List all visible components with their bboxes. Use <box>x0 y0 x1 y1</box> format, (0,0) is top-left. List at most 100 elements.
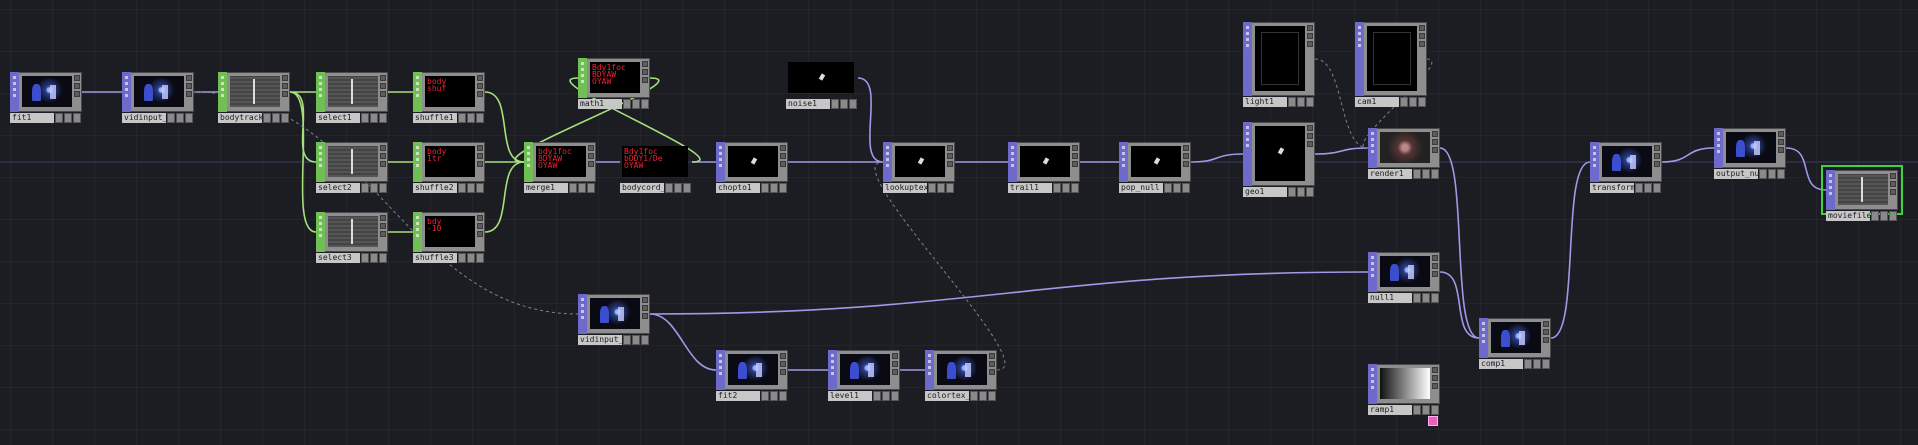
node-render1[interactable]: render1 <box>1368 128 1440 180</box>
node-flags[interactable] <box>1432 131 1438 165</box>
node-chopto1[interactable]: chopto1 <box>716 142 788 194</box>
node-flags[interactable] <box>74 75 80 109</box>
node-button[interactable] <box>73 113 81 123</box>
top-wire[interactable] <box>649 271 1369 315</box>
node-button[interactable] <box>1306 187 1314 197</box>
node-viewer[interactable] <box>728 354 778 385</box>
node-name[interactable]: render1 <box>1368 169 1412 179</box>
node-viewer[interactable] <box>1491 322 1541 353</box>
node-button[interactable] <box>361 253 369 263</box>
node-flags[interactable] <box>1778 131 1784 165</box>
node-name[interactable]: merge1 <box>524 183 568 193</box>
node-name[interactable]: noise1 <box>786 99 830 109</box>
node-button[interactable] <box>632 99 640 109</box>
node-button[interactable] <box>1413 293 1421 303</box>
node-button[interactable] <box>1644 183 1652 193</box>
node-button[interactable] <box>779 391 787 401</box>
node-button[interactable] <box>263 113 271 123</box>
node-name[interactable]: output_null <box>1714 169 1758 179</box>
node-ramp1[interactable]: ramp1 <box>1368 364 1440 416</box>
node-viewer[interactable] <box>328 76 378 107</box>
node-select1[interactable]: select1 <box>316 72 388 124</box>
node-name[interactable]: comp1 <box>1479 359 1523 369</box>
node-button[interactable] <box>1524 359 1532 369</box>
node-button[interactable] <box>458 113 466 123</box>
node-button[interactable] <box>476 183 484 193</box>
node-button[interactable] <box>683 183 691 193</box>
node-flags[interactable] <box>642 297 648 331</box>
node-button[interactable] <box>770 391 778 401</box>
node-button[interactable] <box>176 113 184 123</box>
node-button[interactable] <box>185 113 193 123</box>
node-button[interactable] <box>1889 211 1897 221</box>
node-name[interactable]: ramp1 <box>1368 405 1412 415</box>
node-button[interactable] <box>831 99 839 109</box>
node-flags[interactable] <box>1307 25 1313 93</box>
node-name[interactable]: bodytrack1 <box>218 113 262 123</box>
node-button[interactable] <box>569 183 577 193</box>
node-name[interactable]: pop_null <box>1119 183 1163 193</box>
node-button[interactable] <box>467 253 475 263</box>
node-flags[interactable] <box>947 145 953 179</box>
top-wire[interactable] <box>1785 147 1827 191</box>
node-output_null[interactable]: output_null <box>1714 128 1786 180</box>
node-comp1[interactable]: comp1 <box>1479 318 1551 370</box>
node-name[interactable]: chopto1 <box>716 183 760 193</box>
node-name[interactable]: colortex_null <box>925 391 969 401</box>
network-editor[interactable]: fit1 vidinput_null bodytrack1 <box>0 0 1918 445</box>
node-flags[interactable] <box>1072 145 1078 179</box>
network-flag-icon[interactable] <box>1428 416 1438 426</box>
node-name[interactable]: geo1 <box>1243 187 1287 197</box>
dependency-wire[interactable] <box>193 91 579 315</box>
node-flags[interactable] <box>588 145 594 179</box>
node-button[interactable] <box>1409 97 1417 107</box>
node-button[interactable] <box>379 113 387 123</box>
node-button[interactable] <box>979 391 987 401</box>
node-flags[interactable] <box>642 61 648 95</box>
node-pop_null[interactable]: pop_null <box>1119 142 1191 194</box>
node-viewer[interactable] <box>937 354 987 385</box>
node-name[interactable]: null1 <box>1368 293 1412 303</box>
node-button[interactable] <box>1759 169 1767 179</box>
node-viewer[interactable] <box>1602 146 1652 177</box>
node-button[interactable] <box>761 183 769 193</box>
node-button[interactable] <box>1288 97 1296 107</box>
node-flags[interactable] <box>1419 25 1425 93</box>
node-button[interactable] <box>458 183 466 193</box>
node-button[interactable] <box>1297 97 1305 107</box>
node-viewer[interactable]: bdy -10 <box>425 216 475 247</box>
node-button[interactable] <box>55 113 63 123</box>
node-button[interactable] <box>623 335 631 345</box>
node-name[interactable]: level1 <box>828 391 872 401</box>
node-button[interactable] <box>1288 187 1296 197</box>
node-button[interactable] <box>379 183 387 193</box>
node-vidinput_null[interactable]: vidinput_null <box>122 72 194 124</box>
node-button[interactable] <box>1182 183 1190 193</box>
node-viewer[interactable] <box>840 354 890 385</box>
node-select2[interactable]: select2 <box>316 142 388 194</box>
node-flags[interactable] <box>1183 145 1189 179</box>
node-button[interactable] <box>1880 211 1888 221</box>
node-flags[interactable] <box>1654 145 1660 179</box>
node-fit2[interactable]: fit2 <box>716 350 788 402</box>
node-name[interactable]: cam1 <box>1355 97 1399 107</box>
node-button[interactable] <box>849 99 857 109</box>
node-button[interactable] <box>1431 169 1439 179</box>
node-button[interactable] <box>1431 293 1439 303</box>
node-button[interactable] <box>476 113 484 123</box>
node-button[interactable] <box>674 183 682 193</box>
node-colortex_null[interactable]: colortex_null <box>925 350 997 402</box>
node-button[interactable] <box>840 99 848 109</box>
top-wire[interactable] <box>1661 147 1715 163</box>
node-button[interactable] <box>1653 183 1661 193</box>
node-viewer[interactable] <box>1131 146 1181 177</box>
node-name[interactable]: shuffle2 <box>413 183 457 193</box>
node-viewer[interactable] <box>895 146 945 177</box>
node-flags[interactable] <box>380 75 386 109</box>
node-viewer[interactable] <box>1255 26 1305 91</box>
node-button[interactable] <box>370 253 378 263</box>
node-flags[interactable] <box>477 215 483 249</box>
node-button[interactable] <box>281 113 289 123</box>
node-viewer[interactable]: Bdy1foc BDYAW OYAW <box>590 62 640 93</box>
node-viewer[interactable] <box>1726 132 1776 163</box>
